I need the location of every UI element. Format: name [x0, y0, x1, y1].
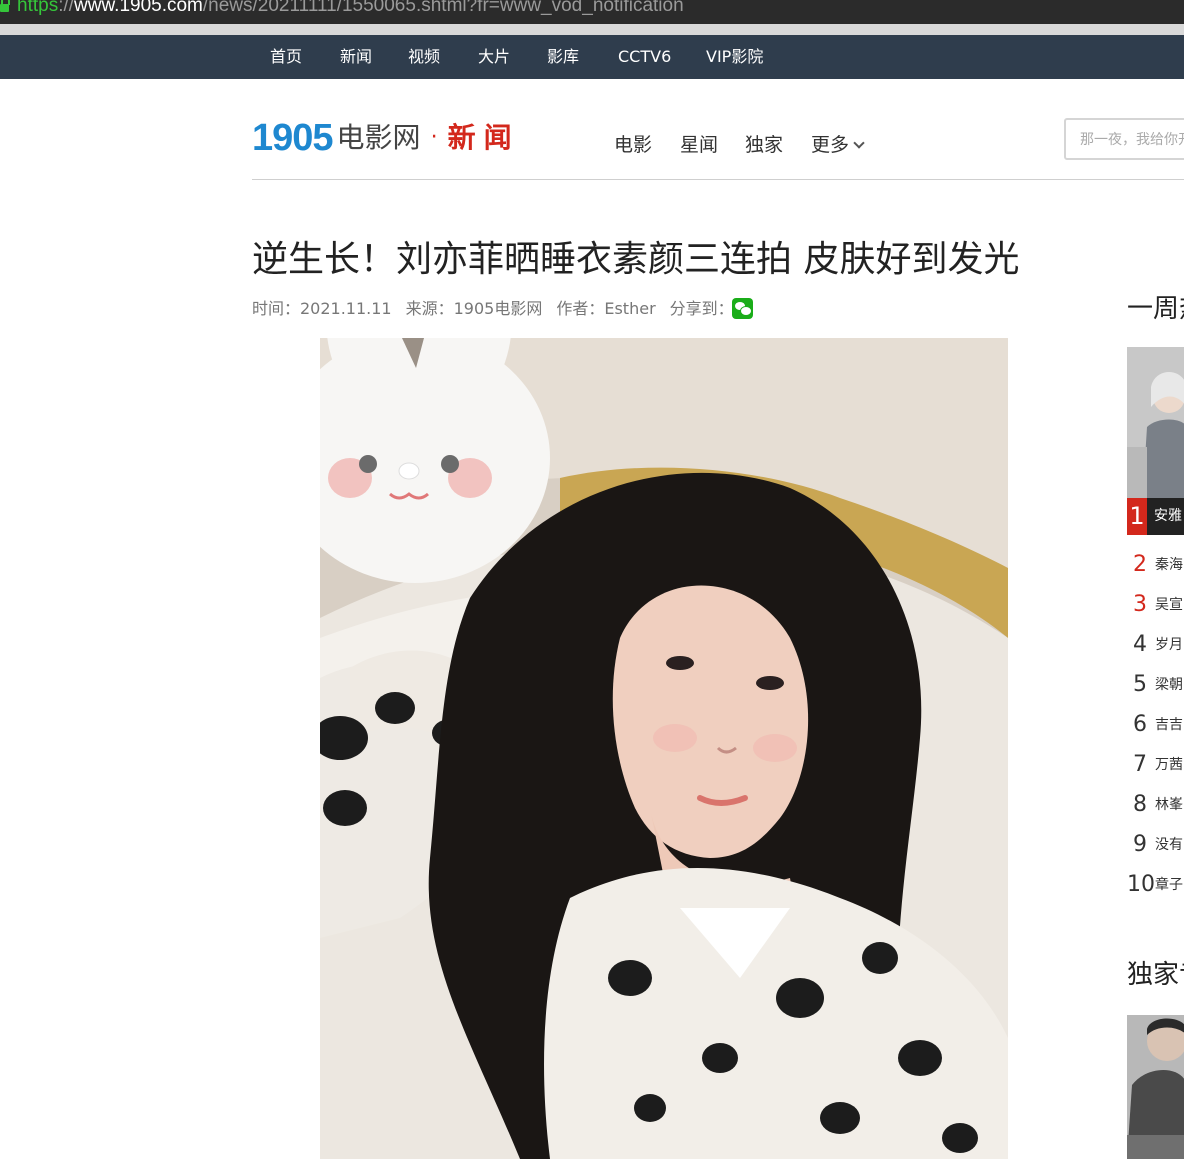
nav-item-cctv6[interactable]: CCTV6	[618, 35, 671, 79]
rank-item-6[interactable]: 6 吉吉	[1127, 710, 1183, 740]
category-exclusive[interactable]: 独家	[745, 132, 783, 158]
rank-number: 5	[1133, 672, 1147, 697]
category-more-label: 更多	[811, 134, 850, 156]
search-box	[1064, 118, 1184, 160]
site-top-nav: 首页 新闻 视频 大片 影库 CCTV6 VIP影院	[0, 35, 1184, 79]
article-title: 逆生长！刘亦菲晒睡衣素颜三连拍 皮肤好到发光	[252, 239, 1020, 280]
rank-item-1[interactable]: 1 安雅	[1127, 498, 1184, 535]
category-movie[interactable]: 电影	[614, 132, 652, 158]
rank-item-10[interactable]: 10章子	[1127, 870, 1183, 900]
nav-item-home[interactable]: 首页	[270, 35, 302, 79]
nav-item-video[interactable]: 视频	[408, 35, 440, 79]
nav-item-news[interactable]: 新闻	[340, 35, 372, 79]
weekly-hot-title: 一周热	[1127, 294, 1184, 324]
rank-number: 7	[1133, 752, 1147, 777]
rank-item-8[interactable]: 8 林峯	[1127, 790, 1183, 820]
rank-title: 吉吉	[1155, 717, 1183, 733]
rank-number: 4	[1133, 632, 1147, 657]
category-star-news[interactable]: 星闻	[680, 132, 718, 158]
category-more[interactable]: 更多	[811, 132, 865, 158]
rank-number: 1	[1127, 498, 1147, 535]
lock-icon	[0, 0, 10, 12]
rank-title: 章子	[1155, 877, 1183, 893]
rank-number: 3	[1133, 592, 1147, 617]
rank-title: 秦海	[1155, 557, 1183, 573]
article-author: 作者：Esther	[556, 299, 656, 318]
rank-item-9[interactable]: 9 没有	[1127, 830, 1183, 860]
rank-number: 9	[1133, 832, 1147, 857]
exclusive-thumbnail[interactable]	[1127, 1015, 1184, 1159]
url-text[interactable]: https://www.1905.com/news/20211111/15500…	[17, 0, 684, 18]
rank-title: 没有	[1155, 837, 1183, 853]
rank-title: 梁朝	[1155, 677, 1183, 693]
rank-item-7[interactable]: 7 万茜	[1127, 750, 1183, 780]
rank-number: 10	[1127, 872, 1155, 897]
rank-item-2[interactable]: 2 秦海	[1127, 550, 1183, 580]
site-logo[interactable]: 1905 电影网 · 新闻	[252, 118, 520, 158]
article-source: 来源：1905电影网	[405, 299, 543, 318]
nav-item-blockbuster[interactable]: 大片	[478, 35, 510, 79]
nav-item-film-library[interactable]: 影库	[547, 35, 579, 79]
share-label: 分享到：	[669, 299, 734, 318]
rank-title: 万茜	[1155, 757, 1183, 773]
exclusive-title: 独家专	[1127, 960, 1184, 990]
article-time: 时间：2021.11.11	[252, 299, 392, 318]
wechat-share-icon[interactable]	[732, 298, 753, 319]
rank-title: 安雅	[1154, 508, 1182, 524]
rank-item-5[interactable]: 5 梁朝	[1127, 670, 1183, 700]
rank-title: 林峯	[1155, 797, 1183, 813]
nav-item-vip-cinema[interactable]: VIP影院	[706, 35, 763, 79]
chevron-down-icon	[853, 137, 865, 149]
search-input[interactable]	[1066, 120, 1184, 158]
browser-address-bar[interactable]: https://www.1905.com/news/20211111/15500…	[0, 0, 1184, 24]
rank-number: 2	[1133, 552, 1147, 577]
rank-item-4[interactable]: 4 岁月	[1127, 630, 1183, 660]
article-photo	[320, 338, 1008, 1159]
rank-title: 吴宣	[1155, 597, 1183, 613]
rank-title: 岁月	[1155, 637, 1183, 653]
rank-number: 8	[1133, 792, 1147, 817]
rank-number: 6	[1133, 712, 1147, 737]
header-divider	[252, 179, 1184, 180]
browser-chrome-gap	[0, 24, 1184, 35]
rank-item-3[interactable]: 3 吴宣	[1127, 590, 1183, 620]
article-meta: 时间：2021.11.11 来源：1905电影网 作者：Esther 分享到：	[252, 297, 748, 321]
